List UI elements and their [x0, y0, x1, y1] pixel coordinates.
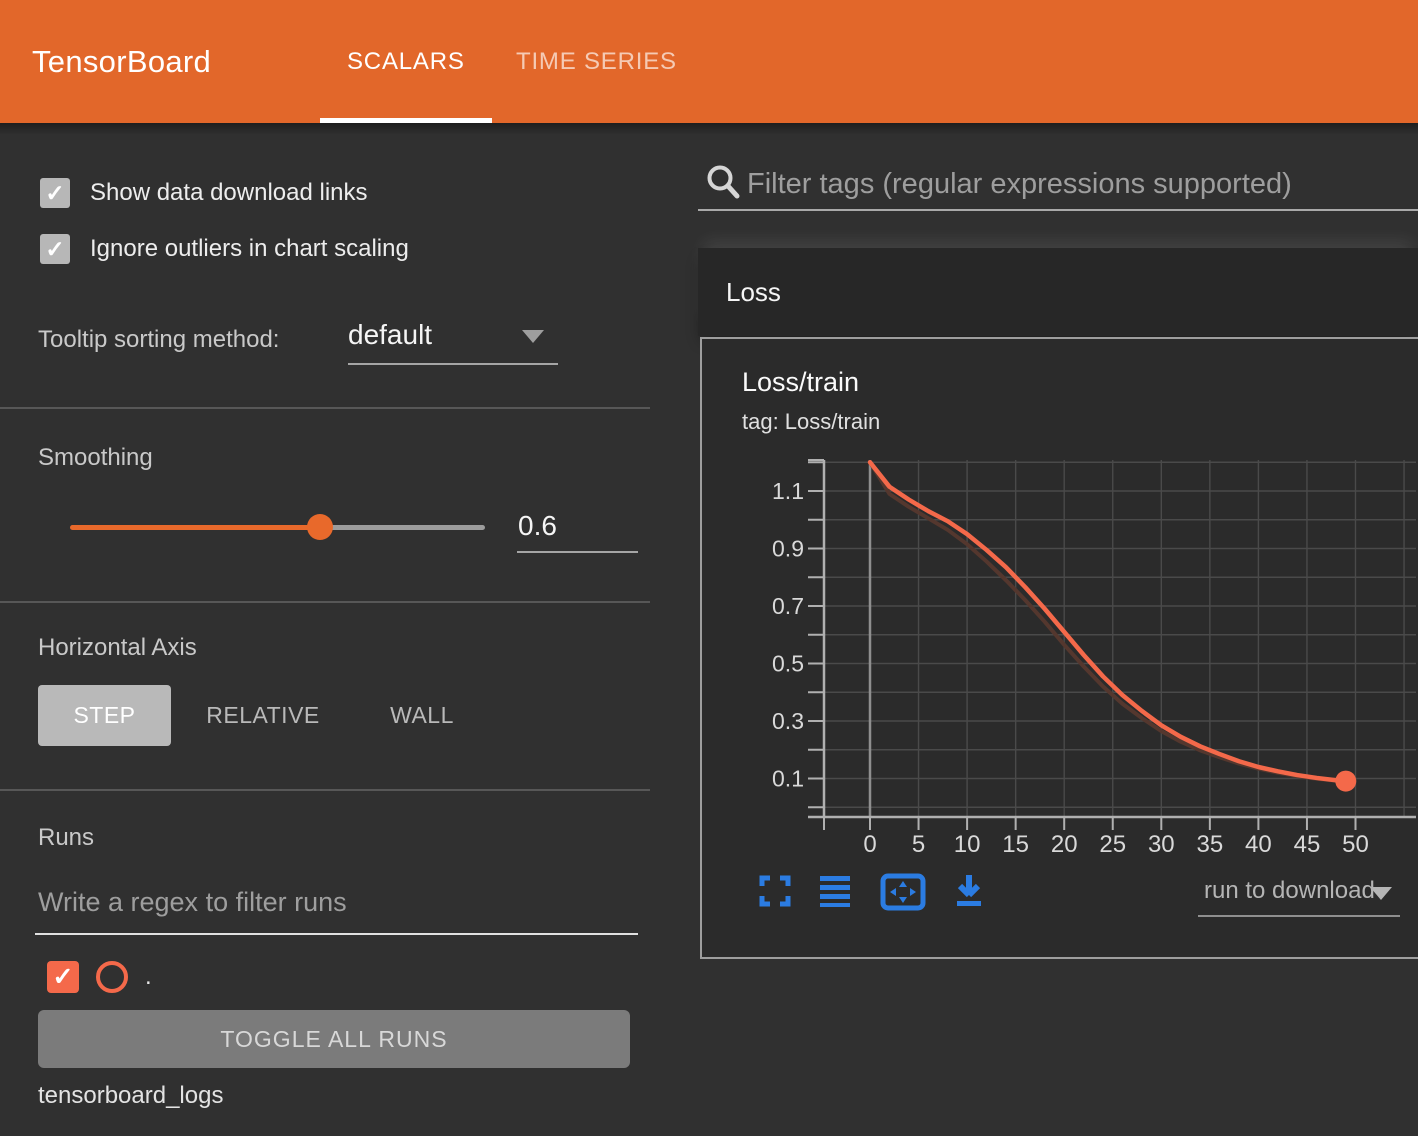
svg-text:0.3: 0.3 [772, 708, 804, 734]
svg-text:0.5: 0.5 [772, 651, 804, 677]
smoothing-slider-track-filled[interactable] [70, 525, 320, 530]
filter-tags-underline [698, 209, 1418, 211]
horizontal-axis-label: Horizontal Axis [38, 634, 197, 662]
tooltip-sorting-select[interactable]: default [348, 319, 432, 351]
ignore-outliers-row: ✓ Ignore outliers in chart scaling [40, 234, 409, 264]
runs-filter-underline [35, 933, 638, 935]
run-to-download-select[interactable]: run to download [1204, 877, 1375, 905]
axis-mode-wall-button[interactable]: WALL [372, 685, 472, 746]
svg-text:0.7: 0.7 [772, 593, 804, 619]
svg-text:5: 5 [912, 831, 925, 858]
run-row: ✓ . [47, 961, 152, 993]
svg-text:20: 20 [1051, 831, 1078, 858]
show-download-links-checkbox[interactable]: ✓ [40, 178, 70, 208]
ignore-outliers-checkbox[interactable]: ✓ [40, 234, 70, 264]
loss-train-line-chart[interactable]: 1.1 0.9 0.7 0.5 0.3 0.1 0 5 10 15 20 25 30 35 40 45 50 [702, 339, 1417, 867]
settings-sidebar: ✓ Show data download links ✓ Ignore outl… [0, 123, 650, 1136]
tensorboard-app: TensorBoard SCALARS TIME SERIES ✓ Show d… [0, 0, 1418, 1136]
scalar-chart-card: Loss/train tag: Loss/train 1.10.90.70.50… [700, 337, 1418, 959]
chevron-down-icon[interactable] [1370, 887, 1392, 900]
fit-domain-icon [880, 873, 926, 911]
chevron-down-icon[interactable] [522, 330, 544, 343]
section-header-loss[interactable]: Loss [698, 248, 1418, 336]
runs-filter-input[interactable]: Write a regex to filter runs [38, 887, 347, 918]
fit-domain-button[interactable] [880, 873, 926, 911]
divider [0, 601, 650, 603]
runs-section-label: Runs [38, 824, 94, 852]
download-data-button[interactable] [950, 873, 988, 911]
smoothing-value-underline [517, 551, 638, 553]
main-content: Filter tags (regular expressions support… [650, 123, 1418, 1136]
svg-text:0: 0 [863, 831, 876, 858]
run-to-download-underline [1198, 915, 1400, 917]
svg-text:0.1: 0.1 [772, 766, 804, 792]
svg-text:35: 35 [1196, 831, 1223, 858]
run-color-ring[interactable] [96, 961, 128, 993]
tooltip-sorting-underline [348, 363, 558, 365]
smoothing-slider-track[interactable] [320, 525, 485, 530]
show-download-links-row: ✓ Show data download links [40, 178, 368, 208]
tooltip-sorting-label: Tooltip sorting method: [38, 326, 279, 354]
divider [0, 789, 650, 791]
data-rows-icon [818, 874, 852, 908]
svg-text:30: 30 [1148, 831, 1175, 858]
search-icon [705, 163, 741, 201]
svg-text:50: 50 [1342, 831, 1369, 858]
axis-mode-step-button[interactable]: STEP [38, 685, 171, 746]
svg-text:45: 45 [1294, 831, 1321, 858]
ignore-outliers-label: Ignore outliers in chart scaling [90, 235, 409, 263]
app-title: TensorBoard [32, 0, 211, 123]
filter-tags-input[interactable]: Filter tags (regular expressions support… [747, 168, 1292, 201]
divider [0, 407, 650, 409]
smoothing-value-input[interactable]: 0.6 [518, 510, 557, 542]
logdir-label: tensorboard_logs [38, 1082, 223, 1110]
run-checkbox[interactable]: ✓ [47, 961, 79, 993]
svg-text:10: 10 [954, 831, 981, 858]
tab-time-series[interactable]: TIME SERIES [516, 0, 677, 123]
axis-mode-relative-button[interactable]: RELATIVE [190, 685, 336, 746]
show-download-links-label: Show data download links [90, 179, 368, 207]
svg-text:0.9: 0.9 [772, 536, 804, 562]
section-title: Loss [726, 277, 781, 308]
fullscreen-icon [758, 874, 792, 908]
svg-text:25: 25 [1099, 831, 1126, 858]
data-table-button[interactable] [816, 873, 854, 911]
app-header: TensorBoard SCALARS TIME SERIES [0, 0, 1418, 123]
run-name: . [145, 963, 152, 991]
svg-text:40: 40 [1245, 831, 1272, 858]
toggle-all-runs-button[interactable]: TOGGLE ALL RUNS [38, 1010, 630, 1068]
download-icon [952, 873, 986, 909]
tab-scalars[interactable]: SCALARS [347, 0, 465, 123]
svg-text:15: 15 [1002, 831, 1029, 858]
smoothing-slider-knob[interactable] [307, 514, 333, 540]
smoothing-label: Smoothing [38, 444, 153, 472]
expand-card-button[interactable] [756, 873, 794, 911]
svg-text:1.1: 1.1 [772, 478, 804, 504]
